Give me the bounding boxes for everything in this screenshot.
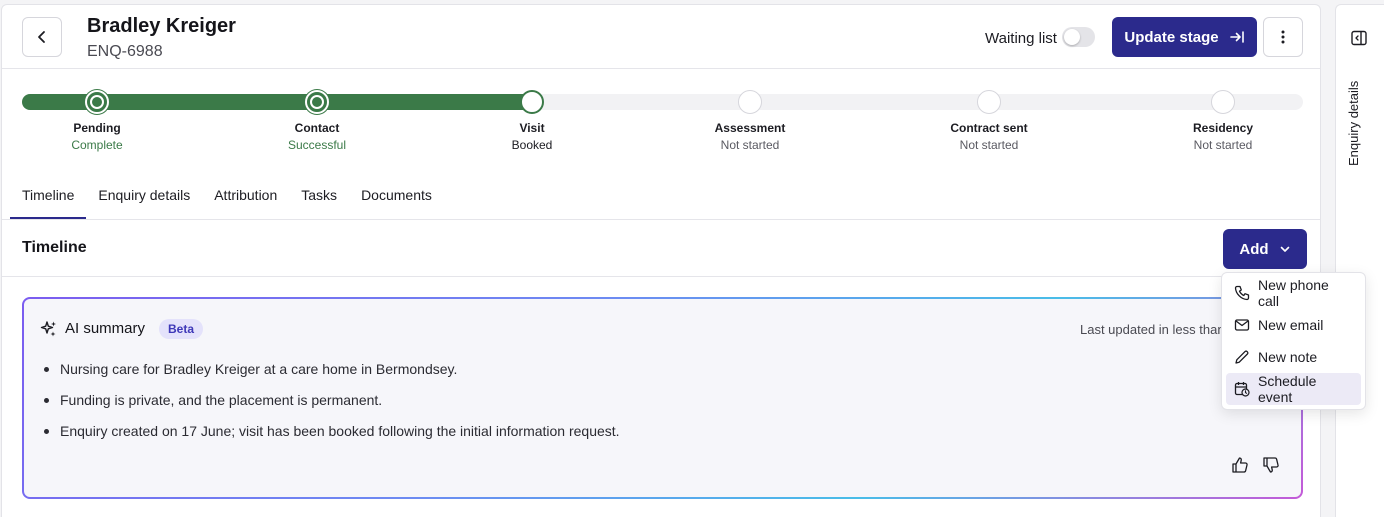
stage-name: Contact [294,121,340,135]
more-options-button[interactable] [1263,17,1303,57]
phone-icon [1234,285,1250,301]
summary-point: Nursing care for Bradley Kreiger at a ca… [44,361,620,392]
tab-enquiry-details[interactable]: Enquiry details [86,181,202,219]
menu-item-new-note[interactable]: New note [1226,341,1361,373]
tab-bar: Timeline Enquiry details Attribution Tasks D… [10,181,444,219]
ai-summary-points: Nursing care for Bradley Kreiger at a ca… [44,361,620,454]
stage-name: Visit [519,121,545,135]
mail-icon [1234,319,1250,331]
stage-name: Pending [73,121,121,135]
thumbs-up-icon[interactable] [1231,456,1249,474]
add-button[interactable]: Add [1223,229,1307,269]
enquiry-details-rail-label[interactable]: Enquiry details [1346,81,1366,181]
ai-summary-title: AI summary [65,320,146,337]
sparkles-icon [40,321,56,337]
update-stage-button[interactable]: Update stage [1112,17,1257,57]
more-vertical-icon [1281,30,1285,44]
stage-marker [977,90,1001,114]
summary-point: Funding is private, and the placement is… [44,392,620,423]
enquiry-panel: Bradley Kreiger ENQ-6988 Waiting list Up… [1,4,1321,517]
enquiry-details-rail: Enquiry details [1335,4,1384,517]
menu-item-schedule-event[interactable]: Schedule event [1226,373,1361,405]
stage-marker [85,90,109,114]
add-dropdown-menu: New phone call New email New note Schedu… [1221,272,1366,410]
stage-name: Contract sent [950,121,1028,135]
stage-marker [520,90,544,114]
header-divider [2,68,1320,69]
stage-marker [305,90,329,114]
back-button[interactable] [22,17,62,57]
menu-item-label: New note [1258,349,1318,365]
pencil-icon [1235,350,1249,364]
stage-marker [738,90,762,114]
stage-marker [1211,90,1235,114]
section-divider [2,276,1320,277]
tab-tasks[interactable]: Tasks [289,181,349,219]
last-updated-text: Last updated in less than [1080,322,1225,337]
enquiry-id: ENQ-6988 [87,43,163,60]
menu-item-label: New phone call [1258,277,1329,309]
stage-status: Not started [959,138,1019,152]
summary-point: Enquiry created on 17 June; visit has be… [44,423,620,454]
add-label: Add [1239,240,1269,258]
stage-status: Not started [720,138,780,152]
menu-item-new-phone-call[interactable]: New phone call [1226,277,1361,309]
arrow-right-to-line-icon [1229,31,1244,43]
stage-status: Complete [71,138,123,152]
tab-documents[interactable]: Documents [349,181,444,219]
panel-expand-icon[interactable] [1350,29,1368,47]
update-stage-label: Update stage [1124,28,1219,46]
stage-status: Booked [511,138,553,152]
stage-status: Not started [1193,138,1253,152]
stage-status: Successful [287,138,347,152]
calendar-clock-icon [1234,382,1250,397]
tabs-divider [2,219,1320,220]
menu-item-label: New email [1258,317,1324,333]
chevron-left-icon [38,31,45,43]
tab-timeline[interactable]: Timeline [10,181,87,219]
ai-summary-body: AI summary Beta Last updated in less tha… [24,299,1301,497]
thumbs-down-icon[interactable] [1262,456,1280,474]
tab-attribution[interactable]: Attribution [202,181,289,219]
chevron-down-icon [1280,246,1289,252]
menu-item-label: Schedule event [1258,373,1317,405]
beta-badge: Beta [159,319,204,339]
timeline-heading: Timeline [22,239,87,256]
stage-name: Assessment [714,121,786,135]
stage-name: Residency [1192,121,1254,135]
page-title: Bradley Kreiger [87,15,236,37]
waiting-list-toggle[interactable] [1062,27,1095,47]
toggle-knob [1064,29,1080,45]
ai-summary-card: AI summary Beta Last updated in less tha… [22,297,1303,499]
menu-item-new-email[interactable]: New email [1226,309,1361,341]
waiting-list-label: Waiting list [985,30,1057,47]
